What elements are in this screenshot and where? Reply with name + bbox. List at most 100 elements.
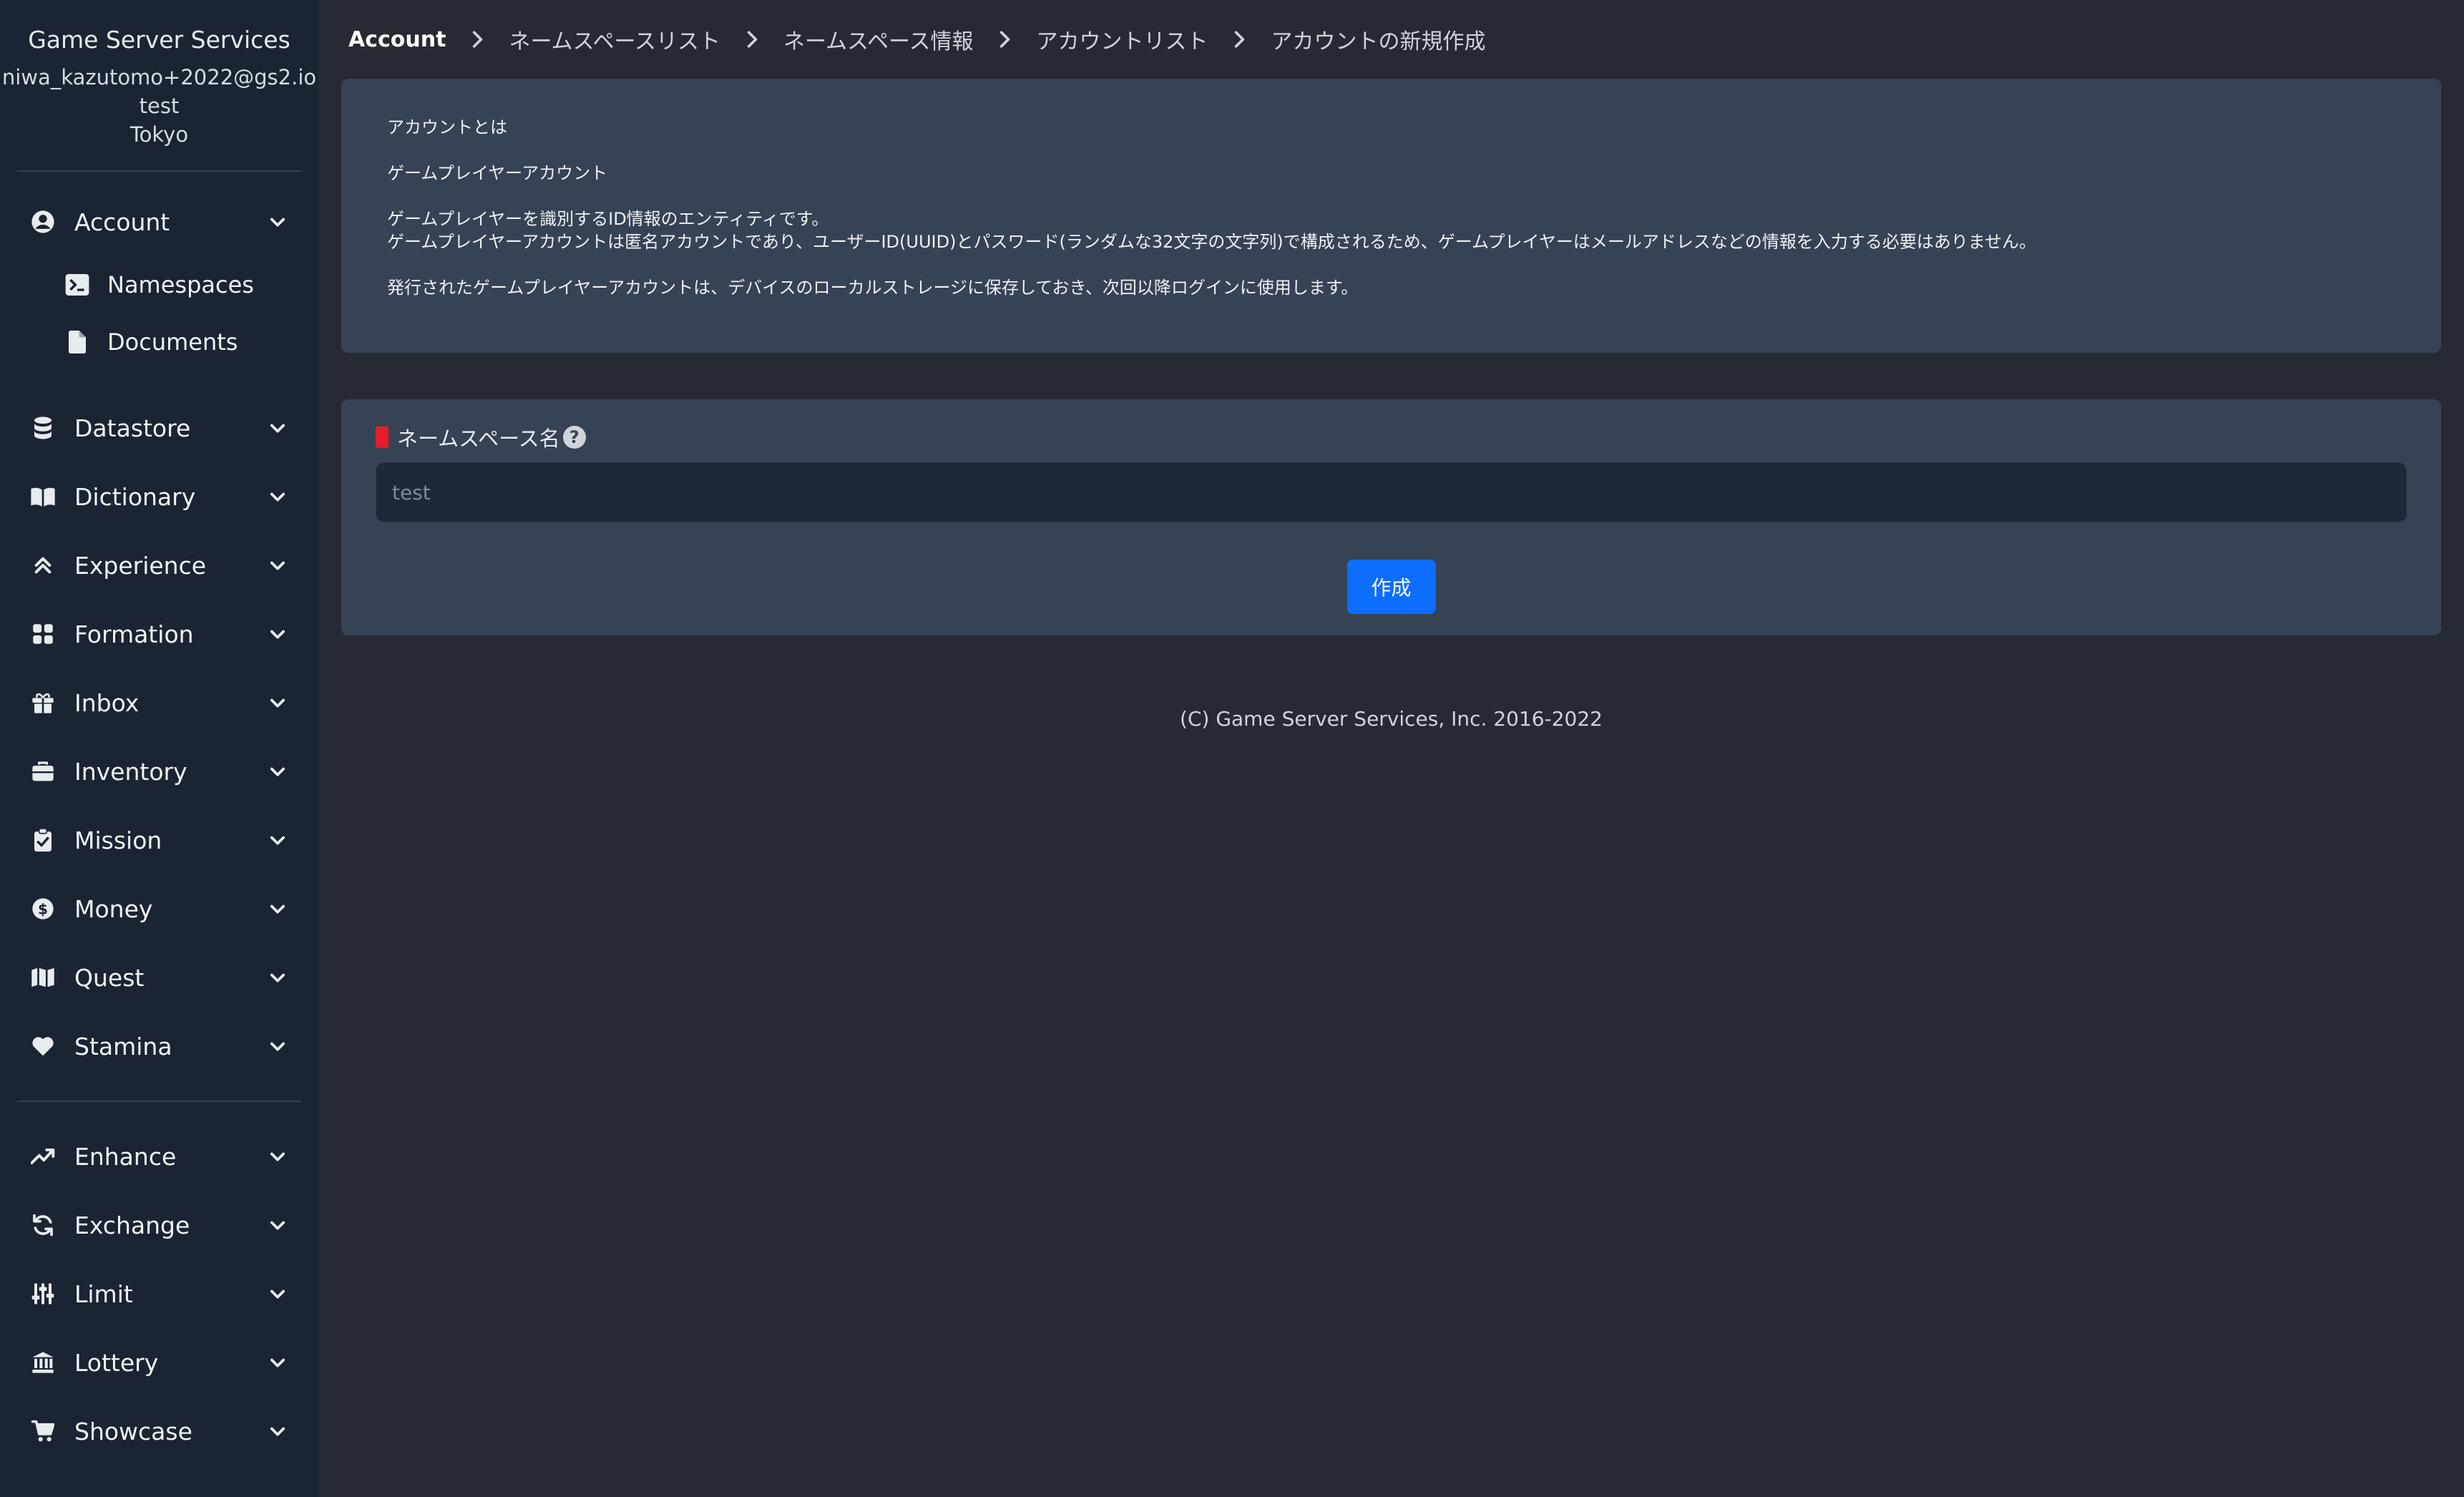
svg-text:$: $ — [38, 900, 48, 917]
sidebar-item-stamina[interactable]: Stamina — [0, 1012, 318, 1081]
nav-group-services: Datastore Dictionary Experience Formation In… — [0, 394, 318, 1081]
user-info: niwa_kazutomo+2022@gs2.io test Tokyo — [0, 63, 318, 149]
briefcase-icon — [29, 757, 57, 786]
sidebar-item-label: Exchange — [74, 1211, 190, 1239]
sidebar-item-label: Mission — [74, 826, 162, 854]
sidebar-item-label: Inventory — [74, 757, 187, 786]
info-line-2: ゲームプレイヤーアカウントは匿名アカウントであり、ユーザーID(UUID)とパス… — [387, 232, 2037, 252]
sidebar-item-inventory[interactable]: Inventory — [0, 737, 318, 806]
chevron-down-icon — [265, 1419, 290, 1443]
sidebar-subitem-documents[interactable]: Documents — [0, 313, 318, 371]
sidebar-item-label: Experience — [74, 551, 207, 580]
grid-icon — [29, 620, 57, 648]
gift-icon — [29, 688, 57, 717]
chevron-down-icon — [265, 828, 290, 852]
sidebar-divider — [17, 170, 301, 172]
sidebar-item-label: Enhance — [74, 1142, 177, 1171]
sidebar-item-label: Inbox — [74, 688, 140, 717]
chevron-down-icon — [265, 1144, 290, 1169]
dollar-coin-icon: $ — [29, 894, 57, 923]
document-icon — [64, 329, 90, 355]
chevron-down-icon — [265, 1350, 290, 1375]
sidebar-item-label: Formation — [74, 620, 194, 648]
info-heading: アカウントとは — [387, 117, 507, 137]
info-subheading: ゲームプレイヤーアカウント — [387, 163, 608, 183]
user-circle-icon — [29, 208, 57, 236]
trend-up-icon — [29, 1142, 57, 1171]
footer-copyright: (C) Game Server Services, Inc. 2016-2022 — [1180, 707, 1603, 731]
chevron-down-icon — [265, 1282, 290, 1306]
project-name: test — [139, 94, 180, 118]
sidebar-divider — [17, 1101, 301, 1102]
app-root: Game Server Services niwa_kazutomo+2022@… — [0, 0, 2464, 1497]
sidebar-item-showcase[interactable]: Showcase — [0, 1397, 318, 1466]
chevron-down-icon — [265, 965, 290, 990]
clipboard-check-icon — [29, 826, 57, 854]
sidebar-subitem-namespaces[interactable]: Namespaces — [0, 256, 318, 313]
namespace-name-label-row: ネームスペース名 ? — [376, 421, 2407, 454]
namespace-name-input[interactable] — [376, 462, 2407, 522]
sidebar-item-label: Lottery — [74, 1348, 159, 1377]
sidebar-subitem-label: Documents — [107, 328, 238, 356]
sidebar-item-label: Account — [74, 208, 170, 236]
form-actions: 作成 — [376, 560, 2407, 614]
nav-group-advanced: Enhance Exchange Limit Lottery Showcase — [0, 1122, 318, 1466]
sidebar-item-limit[interactable]: Limit — [0, 1259, 318, 1328]
sidebar-item-experience[interactable]: Experience — [0, 531, 318, 600]
sidebar-item-mission[interactable]: Mission — [0, 806, 318, 874]
chevron-down-icon — [265, 897, 290, 921]
sidebar-item-label: Datastore — [74, 414, 191, 442]
chevron-down-icon — [265, 622, 290, 646]
nav-primary: Account Namespaces Documents — [0, 187, 318, 371]
chevron-down-icon — [265, 416, 290, 440]
book-icon — [29, 482, 57, 511]
sidebar-item-lottery[interactable]: Lottery — [0, 1328, 318, 1397]
brand-title: Game Server Services — [28, 26, 290, 54]
user-email: niwa_kazutomo+2022@gs2.io — [1, 65, 317, 89]
breadcrumb-item[interactable]: アカウントリスト — [1036, 24, 1208, 55]
chevron-right-icon — [738, 30, 766, 49]
sidebar-item-formation[interactable]: Formation — [0, 600, 318, 668]
terminal-icon — [64, 272, 90, 298]
sidebar-item-exchange[interactable]: Exchange — [0, 1191, 318, 1259]
region-name: Tokyo — [129, 122, 189, 147]
sidebar-item-label: Money — [74, 894, 153, 923]
heart-icon — [29, 1032, 57, 1060]
info-line-1: ゲームプレイヤーを識別するID情報のエンティティです。 — [387, 209, 829, 229]
sidebar-item-datastore[interactable]: Datastore — [0, 394, 318, 462]
required-marker-icon — [376, 426, 388, 448]
info-card: アカウントとは ゲームプレイヤーアカウント ゲームプレイヤーを識別するID情報の… — [341, 79, 2441, 353]
chevron-right-icon — [1225, 30, 1253, 49]
sidebar-item-inbox[interactable]: Inbox — [0, 668, 318, 737]
breadcrumb-item[interactable]: ネームスペースリスト — [509, 24, 720, 55]
sidebar-item-enhance[interactable]: Enhance — [0, 1122, 318, 1191]
chevron-right-icon — [990, 30, 1019, 49]
breadcrumb-item[interactable]: ネームスペース情報 — [783, 24, 974, 55]
chevron-down-icon — [265, 1034, 290, 1058]
sidebar-item-account[interactable]: Account — [0, 187, 318, 256]
sidebar-item-quest[interactable]: Quest — [0, 943, 318, 1012]
database-icon — [29, 414, 57, 442]
sidebar-item-label: Showcase — [74, 1417, 192, 1445]
sliders-icon — [29, 1279, 57, 1308]
create-button[interactable]: 作成 — [1346, 560, 1436, 614]
breadcrumb: Account ネームスペースリスト ネームスペース情報 アカウントリスト アカウントの… — [341, 0, 2441, 79]
create-form-card: ネームスペース名 ? 作成 — [341, 399, 2441, 635]
sidebar-item-label: Limit — [74, 1279, 133, 1308]
chevron-down-icon — [265, 210, 290, 234]
chevron-down-icon — [265, 691, 290, 715]
bank-icon — [29, 1348, 57, 1377]
cart-icon — [29, 1417, 57, 1445]
sidebar-item-money[interactable]: $ Money — [0, 874, 318, 943]
chevron-down-icon — [265, 1213, 290, 1237]
exchange-icon — [29, 1211, 57, 1239]
sidebar-subitem-label: Namespaces — [107, 271, 254, 298]
chevron-down-icon — [265, 759, 290, 784]
help-icon[interactable]: ? — [562, 426, 586, 449]
sidebar: Game Server Services niwa_kazutomo+2022@… — [0, 0, 318, 1497]
chevron-right-icon — [463, 30, 492, 49]
sidebar-item-dictionary[interactable]: Dictionary — [0, 462, 318, 531]
breadcrumb-item[interactable]: Account — [348, 27, 446, 52]
chevron-down-icon — [265, 484, 290, 509]
sidebar-item-label: Dictionary — [74, 482, 196, 511]
